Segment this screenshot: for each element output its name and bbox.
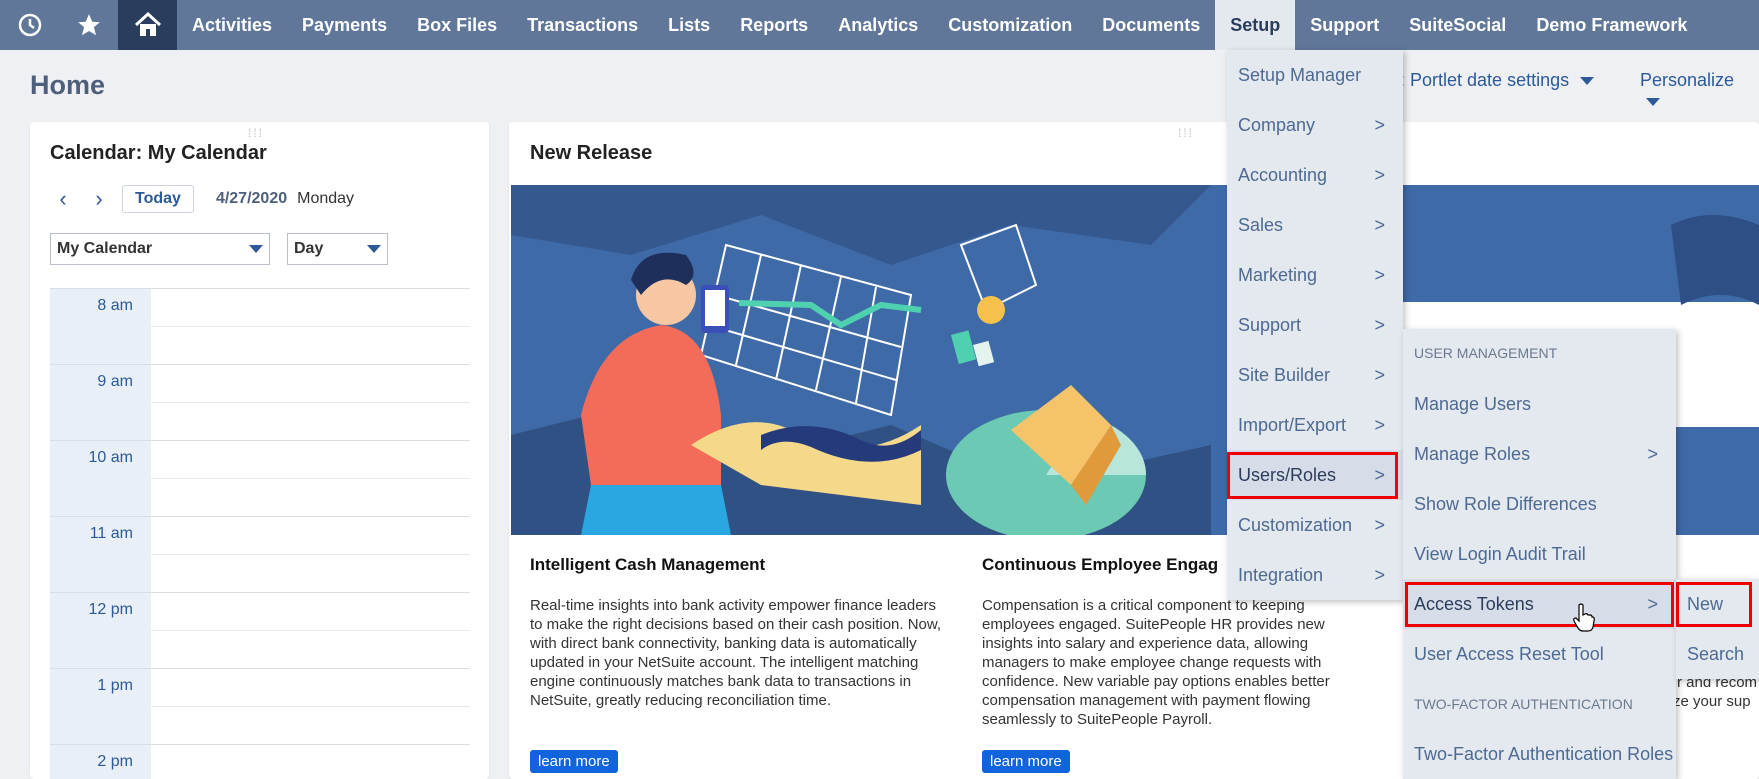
access-tokens-highlight-box bbox=[1405, 582, 1674, 627]
hour-label: 12 pm bbox=[88, 601, 133, 618]
chevron-right-icon: > bbox=[1374, 214, 1385, 235]
chevron-right-icon: > bbox=[1374, 314, 1385, 335]
nav-setup[interactable]: Setup bbox=[1215, 0, 1296, 50]
hour-slot[interactable]: 8 am bbox=[50, 288, 470, 364]
portlet-date-settings-link[interactable]: g: Portlet date settings bbox=[1390, 70, 1595, 91]
view-select-value: Day bbox=[294, 240, 324, 257]
users-roles-submenu: USER MANAGEMENT Manage Users Manage Role… bbox=[1403, 329, 1676, 779]
nav-documents[interactable]: Documents bbox=[1087, 0, 1215, 50]
two-factor-header: TWO-FACTOR AUTHENTICATION bbox=[1414, 696, 1633, 712]
hour-slot[interactable]: 9 am bbox=[50, 364, 470, 440]
nav-payments[interactable]: Payments bbox=[287, 0, 402, 50]
chevron-right-icon: > bbox=[1374, 414, 1385, 435]
calendar-navigation: ‹ › Today 4/27/2020 Monday bbox=[50, 184, 354, 214]
hour-slot[interactable]: 11 am bbox=[50, 516, 470, 592]
menu-integration[interactable]: Integration > bbox=[1227, 550, 1403, 600]
menu-marketing[interactable]: Marketing > bbox=[1227, 250, 1403, 300]
hour-label: 1 pm bbox=[97, 677, 133, 694]
menu-accounting[interactable]: Accounting > bbox=[1227, 150, 1403, 200]
nav-box-files[interactable]: Box Files bbox=[402, 0, 512, 50]
nav-analytics[interactable]: Analytics bbox=[823, 0, 933, 50]
menu-show-role-differences[interactable]: Show Role Differences bbox=[1403, 479, 1676, 529]
hour-slot[interactable]: 1 pm bbox=[50, 668, 470, 744]
nav-demo-framework[interactable]: Demo Framework bbox=[1521, 0, 1702, 50]
hour-label: 2 pm bbox=[97, 753, 133, 770]
chevron-right-icon: > bbox=[1374, 364, 1385, 385]
star-icon[interactable] bbox=[59, 0, 118, 50]
view-select[interactable]: Day bbox=[287, 233, 388, 265]
nav-customization[interactable]: Customization bbox=[933, 0, 1087, 50]
today-button[interactable]: Today bbox=[122, 185, 194, 213]
drag-handle-icon[interactable]: ⁞⁞⁞ bbox=[248, 126, 264, 140]
menu-manage-users[interactable]: Manage Users bbox=[1403, 379, 1676, 429]
hour-label: 9 am bbox=[97, 373, 133, 390]
chevron-right-icon: > bbox=[1374, 564, 1385, 585]
hour-slot[interactable]: 10 am bbox=[50, 440, 470, 516]
chevron-right-icon: > bbox=[1374, 114, 1385, 135]
menu-company[interactable]: Company > bbox=[1227, 100, 1403, 150]
menu-manage-roles[interactable]: Manage Roles > bbox=[1403, 429, 1676, 479]
new-release-title: New Release bbox=[530, 142, 653, 164]
calendar-select[interactable]: My Calendar bbox=[50, 233, 270, 265]
nav-reports[interactable]: Reports bbox=[725, 0, 823, 50]
calendar-select-value: My Calendar bbox=[57, 240, 153, 257]
home-icon[interactable] bbox=[118, 0, 177, 50]
calendar-date: 4/27/2020 bbox=[215, 190, 288, 207]
hour-label: 8 am bbox=[97, 297, 133, 314]
personalize-link[interactable]: Personalize bbox=[1640, 70, 1759, 112]
nav-suitesocial[interactable]: SuiteSocial bbox=[1394, 0, 1521, 50]
menu-import-export[interactable]: Import/Export > bbox=[1227, 400, 1403, 450]
personalize-label: Personalize bbox=[1640, 70, 1735, 90]
menu-user-access-reset-tool[interactable]: User Access Reset Tool bbox=[1403, 629, 1676, 679]
article-2-body: Compensation is a critical component to … bbox=[982, 597, 1330, 728]
top-navigation: Activities Payments Box Files Transactio… bbox=[0, 0, 1759, 50]
calendar-day-grid[interactable]: 8 am 9 am 10 am 11 am 12 pm 1 pm 2 pm bbox=[50, 288, 470, 779]
chevron-right-icon: > bbox=[1374, 264, 1385, 285]
user-management-header: USER MANAGEMENT bbox=[1414, 345, 1558, 361]
chevron-down-icon bbox=[1646, 98, 1660, 107]
hand-cursor-icon bbox=[1573, 603, 1595, 638]
menu-sales[interactable]: Sales > bbox=[1227, 200, 1403, 250]
chevron-down-icon bbox=[249, 245, 263, 253]
chevron-right-icon: > bbox=[1647, 443, 1658, 464]
nav-support[interactable]: Support bbox=[1295, 0, 1394, 50]
new-token-highlight-box bbox=[1676, 582, 1752, 627]
hour-label: 10 am bbox=[88, 449, 133, 466]
chevron-right-icon: > bbox=[1374, 164, 1385, 185]
menu-view-login-audit-trail[interactable]: View Login Audit Trail bbox=[1403, 529, 1676, 579]
chevron-right-icon: > bbox=[1374, 514, 1385, 535]
menu-setup-manager[interactable]: Setup Manager bbox=[1227, 50, 1403, 100]
menu-customization[interactable]: Customization > bbox=[1227, 500, 1403, 550]
nav-transactions[interactable]: Transactions bbox=[512, 0, 653, 50]
menu-two-factor-authentication-roles[interactable]: Two-Factor Authentication Roles bbox=[1403, 729, 1676, 779]
menu-site-builder[interactable]: Site Builder > bbox=[1227, 350, 1403, 400]
drag-handle-icon[interactable]: ⁞⁞⁞ bbox=[1178, 126, 1194, 140]
article-1-body: Real-time insights into bank activity em… bbox=[530, 597, 942, 709]
nav-activities[interactable]: Activities bbox=[177, 0, 287, 50]
calendar-title: Calendar: My Calendar bbox=[50, 142, 267, 164]
menu-support[interactable]: Support > bbox=[1227, 300, 1403, 350]
users-roles-highlight-box bbox=[1227, 452, 1398, 499]
hour-slot[interactable]: 2 pm bbox=[50, 744, 470, 779]
hour-label: 11 am bbox=[89, 525, 133, 542]
article-1-learn-more-button[interactable]: learn more bbox=[530, 750, 618, 773]
chevron-down-icon bbox=[1580, 77, 1595, 86]
article-3-text-fragment: ze your sup bbox=[1673, 693, 1751, 710]
article-1-title[interactable]: Intelligent Cash Management bbox=[530, 555, 765, 575]
recent-icon[interactable] bbox=[0, 0, 59, 50]
setup-menu: Setup Manager Company > Accounting > Sales… bbox=[1227, 50, 1403, 600]
calendar-weekday: Monday bbox=[297, 190, 355, 207]
hour-slot[interactable]: 12 pm bbox=[50, 592, 470, 668]
nav-lists[interactable]: Lists bbox=[653, 0, 725, 50]
page-title: Home bbox=[30, 70, 106, 100]
menu-token-search[interactable]: Search bbox=[1676, 629, 1759, 679]
portlet-date-settings-label: g: Portlet date settings bbox=[1390, 70, 1570, 90]
prev-day-button[interactable]: ‹ bbox=[50, 184, 76, 214]
article-2-learn-more-button[interactable]: learn more bbox=[982, 750, 1070, 773]
article-2-title[interactable]: Continuous Employee Engag bbox=[982, 555, 1218, 575]
next-day-button[interactable]: › bbox=[86, 184, 112, 214]
chevron-down-icon bbox=[367, 245, 381, 253]
